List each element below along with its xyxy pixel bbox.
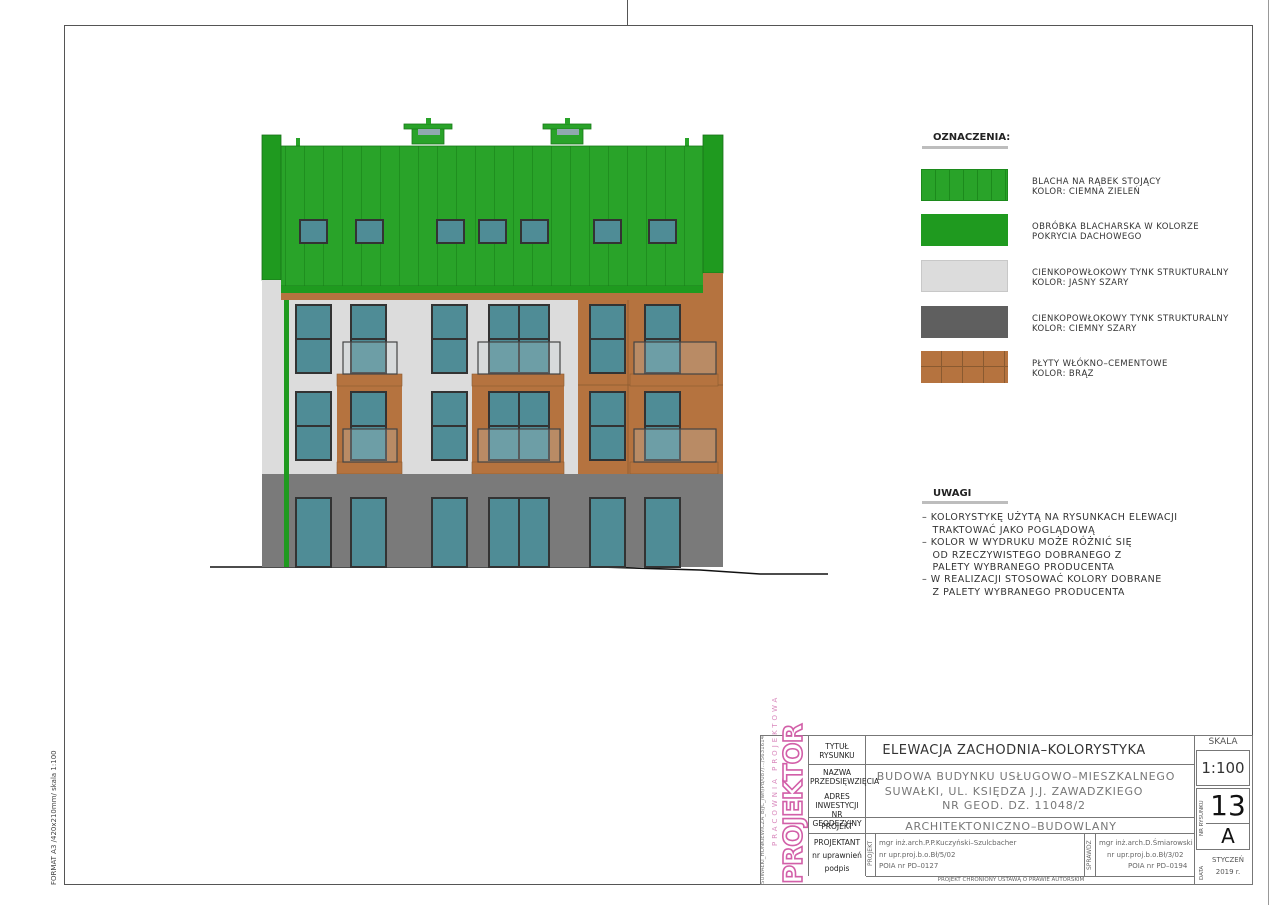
scale-label: SKALA bbox=[1208, 737, 1238, 747]
project-type: ARCHITEKTONICZNO–BUDOWLANY bbox=[905, 820, 1117, 833]
ground-floor-openings bbox=[295, 497, 681, 568]
investment-line-3: NR GEOD. DZ. 11048/2 bbox=[942, 799, 1086, 812]
roof-windows bbox=[299, 219, 677, 244]
designer-name: mgr inż.arch.P.P.Kuczyński–Szulcbacher bbox=[879, 839, 1017, 847]
legend-item-3: CIENKOPOWŁOKOWY TYNK STRUKTURALNY KOLOR:… bbox=[1032, 268, 1229, 288]
roof-vent-right bbox=[542, 118, 592, 145]
note-line: TRAKTOWAĆ JAKO POGLĄDOWĄ bbox=[922, 525, 1096, 536]
drawing-no-label: NR RYSUNKU bbox=[1199, 800, 1205, 836]
investment-line-2: SUWAŁKI, UL. KSIĘDZA J.J. ZAWADZKIEGO bbox=[884, 785, 1144, 798]
checker-name: mgr inż.arch.D.Śmiarowski bbox=[1099, 839, 1193, 847]
note-line: OD RZECZYWISTEGO DOBRANEGO Z bbox=[922, 550, 1122, 561]
drawing-letter: A bbox=[1221, 824, 1235, 848]
swatch-dark-plaster bbox=[921, 306, 1008, 338]
note-line: – KOLOR W WYDRUKU MOŻE RÓŻNIĆ SIĘ bbox=[922, 537, 1133, 548]
sheet-border-left bbox=[64, 25, 65, 884]
sheet-border-top bbox=[64, 25, 1253, 26]
outer-edge-right bbox=[1268, 0, 1269, 905]
logo-subtitle: PRACOWNIA PROJEKTOWA bbox=[771, 694, 779, 846]
note-line: – W REALIZACJI STOSOWAĆ KOLORY DOBRANE bbox=[922, 574, 1162, 585]
date-label: DATA bbox=[1199, 865, 1205, 880]
logo-wordmark: PROJEKTOR bbox=[778, 724, 810, 885]
drawing-number: 13 bbox=[1210, 789, 1246, 822]
roof-parapet-left bbox=[261, 134, 282, 281]
checker-poia: POIA nr PD–0194 bbox=[1128, 862, 1188, 870]
side-code: SUWAŁKI_HONKIEWICZA_B/JC_/wh/Pd/087/.../… bbox=[760, 735, 766, 884]
note-line: – KOLORYSTYKĘ UŻYTĄ NA RYSUNKACH ELEWACJ… bbox=[922, 512, 1178, 523]
eaves bbox=[280, 286, 704, 293]
downpipe bbox=[284, 300, 289, 567]
legend-title-underline bbox=[922, 146, 1008, 149]
legend-title: OZNACZENIA: bbox=[933, 132, 1011, 143]
label-license: nr uprawnień bbox=[812, 851, 862, 860]
copyright-note: PROJEKT CHRONIONY USTAWĄ O PRAWIE AUTORS… bbox=[937, 877, 1085, 883]
designer-poia: POIA nr PD–0127 bbox=[879, 862, 939, 870]
legend-item-2: OBRÓBKA BLACHARSKA W KOLORZE POKRYCIA DA… bbox=[1032, 222, 1200, 242]
designer-license: nr upr.proj.b.o.Bł/5/02 bbox=[879, 851, 956, 859]
roof-parapet-right bbox=[702, 134, 724, 274]
fold-mark bbox=[627, 0, 628, 25]
roof-main bbox=[279, 145, 705, 287]
label-project: PROJEKT bbox=[821, 822, 853, 831]
drawing-title: ELEWACJA ZACHODNIA–KOLORYSTYKA bbox=[882, 743, 1146, 758]
facade-light-plaster-left bbox=[262, 280, 281, 474]
roof-vent-left bbox=[403, 118, 453, 145]
scale-value: 1:100 bbox=[1201, 759, 1245, 777]
format-note: FORMAT A3 /420x210mm/ skala 1:100 bbox=[50, 750, 58, 885]
note-line: PALETY WYBRANEGO PRODUCENTA bbox=[922, 562, 1115, 573]
legend-item-5: PŁYTY WŁÓKNO–CEMENTOWE KOLOR: BRĄZ bbox=[1032, 359, 1168, 379]
swatch-flashing bbox=[921, 214, 1008, 246]
label-designer: PROJEKTANT bbox=[813, 838, 861, 847]
label-drawing-title: TYTUŁ RYSUNKU bbox=[819, 742, 855, 760]
date-month: STYCZEŃ bbox=[1212, 856, 1244, 864]
west-elevation-drawing bbox=[210, 118, 828, 575]
swatch-fibre-cement bbox=[921, 351, 1008, 383]
legend-item-4: CIENKOPOWŁOKOWY TYNK STRUKTURALNY KOLOR:… bbox=[1032, 314, 1229, 334]
side-sprawdz: SPRAWDZ bbox=[1086, 840, 1093, 870]
label-investment: NAZWA PRZEDSIĘWZIĘCIA bbox=[810, 768, 880, 786]
note-line: Z PALETY WYBRANEGO PRODUCENTA bbox=[922, 587, 1125, 598]
swatch-light-plaster bbox=[921, 260, 1008, 292]
notes-title: UWAGI bbox=[933, 488, 972, 499]
checker-license: nr upr.proj.b.o.Bł/3/02 bbox=[1107, 851, 1184, 859]
notes-title-underline bbox=[922, 501, 1008, 504]
investment-line-1: BUDOWA BUDYNKU USŁUGOWO–MIESZKALNEGO bbox=[876, 770, 1176, 783]
legend-item-1: BLACHA NA RĄBEK STOJĄCY KOLOR: CIEMNA ZI… bbox=[1032, 177, 1161, 197]
label-signature: podpis bbox=[824, 864, 850, 873]
swatch-standing-seam bbox=[921, 169, 1008, 201]
ground-line bbox=[210, 566, 828, 575]
side-projekt: PROJEKT bbox=[867, 840, 874, 866]
date-year: 2019 r. bbox=[1215, 868, 1241, 876]
